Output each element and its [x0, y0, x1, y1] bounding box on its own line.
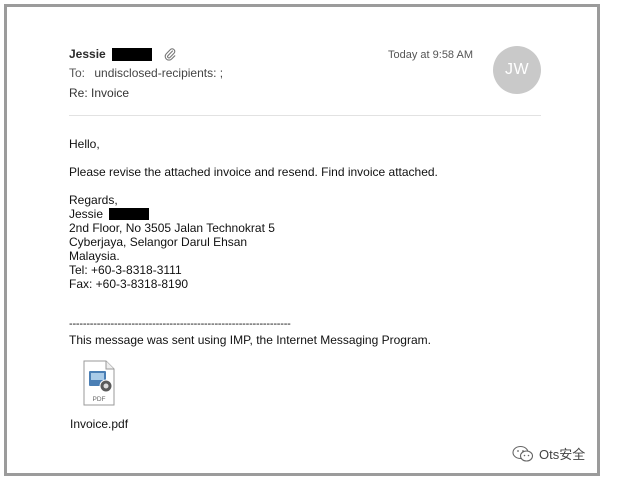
address-line-1: 2nd Floor, No 3505 Jalan Technokrat 5	[69, 221, 275, 235]
sender-name[interactable]: Jessie	[69, 47, 106, 61]
paperclip-icon	[164, 48, 176, 61]
signature-name: Jessie	[69, 207, 104, 221]
address-line-3: Malaysia.	[69, 249, 120, 263]
fax-number: Fax: +60-3-8318-8190	[69, 277, 189, 291]
message-text: Please revise the attached invoice and r…	[69, 165, 438, 179]
avatar: JW	[493, 46, 541, 94]
address-line-2: Cyberjaya, Selangor Darul Ehsan	[69, 235, 248, 249]
received-time: Today at 9:58 AM	[388, 49, 473, 61]
greeting: Hello,	[69, 137, 100, 151]
attachment-filename[interactable]: Invoice.pdf	[70, 417, 128, 431]
redacted-signature-surname	[109, 208, 150, 220]
recipients-line: To: undisclosed-recipients: ;	[69, 66, 223, 80]
subject-line: Re: Invoice	[69, 86, 130, 100]
signature-name-line: Jessie	[69, 207, 150, 221]
to-value[interactable]: undisclosed-recipients: ;	[94, 66, 223, 80]
avatar-initials: JW	[504, 61, 530, 78]
separator-line: ----------------------------------------…	[69, 318, 291, 330]
watermark: Ots安全	[512, 444, 585, 463]
pdf-file-icon[interactable]: PDF	[82, 360, 116, 406]
redacted-surname	[111, 47, 152, 61]
pdf-label: PDF	[93, 396, 106, 403]
regards: Regards,	[69, 193, 118, 207]
header-divider	[69, 115, 541, 116]
sender: Jessie	[69, 47, 176, 61]
watermark-text: Ots安全	[539, 447, 586, 462]
wechat-icon	[512, 445, 534, 462]
to-label: To:	[69, 66, 86, 80]
imp-footer: This message was sent using IMP, the Int…	[69, 333, 431, 347]
phone-number: Tel: +60-3-8318-3111	[69, 263, 182, 277]
